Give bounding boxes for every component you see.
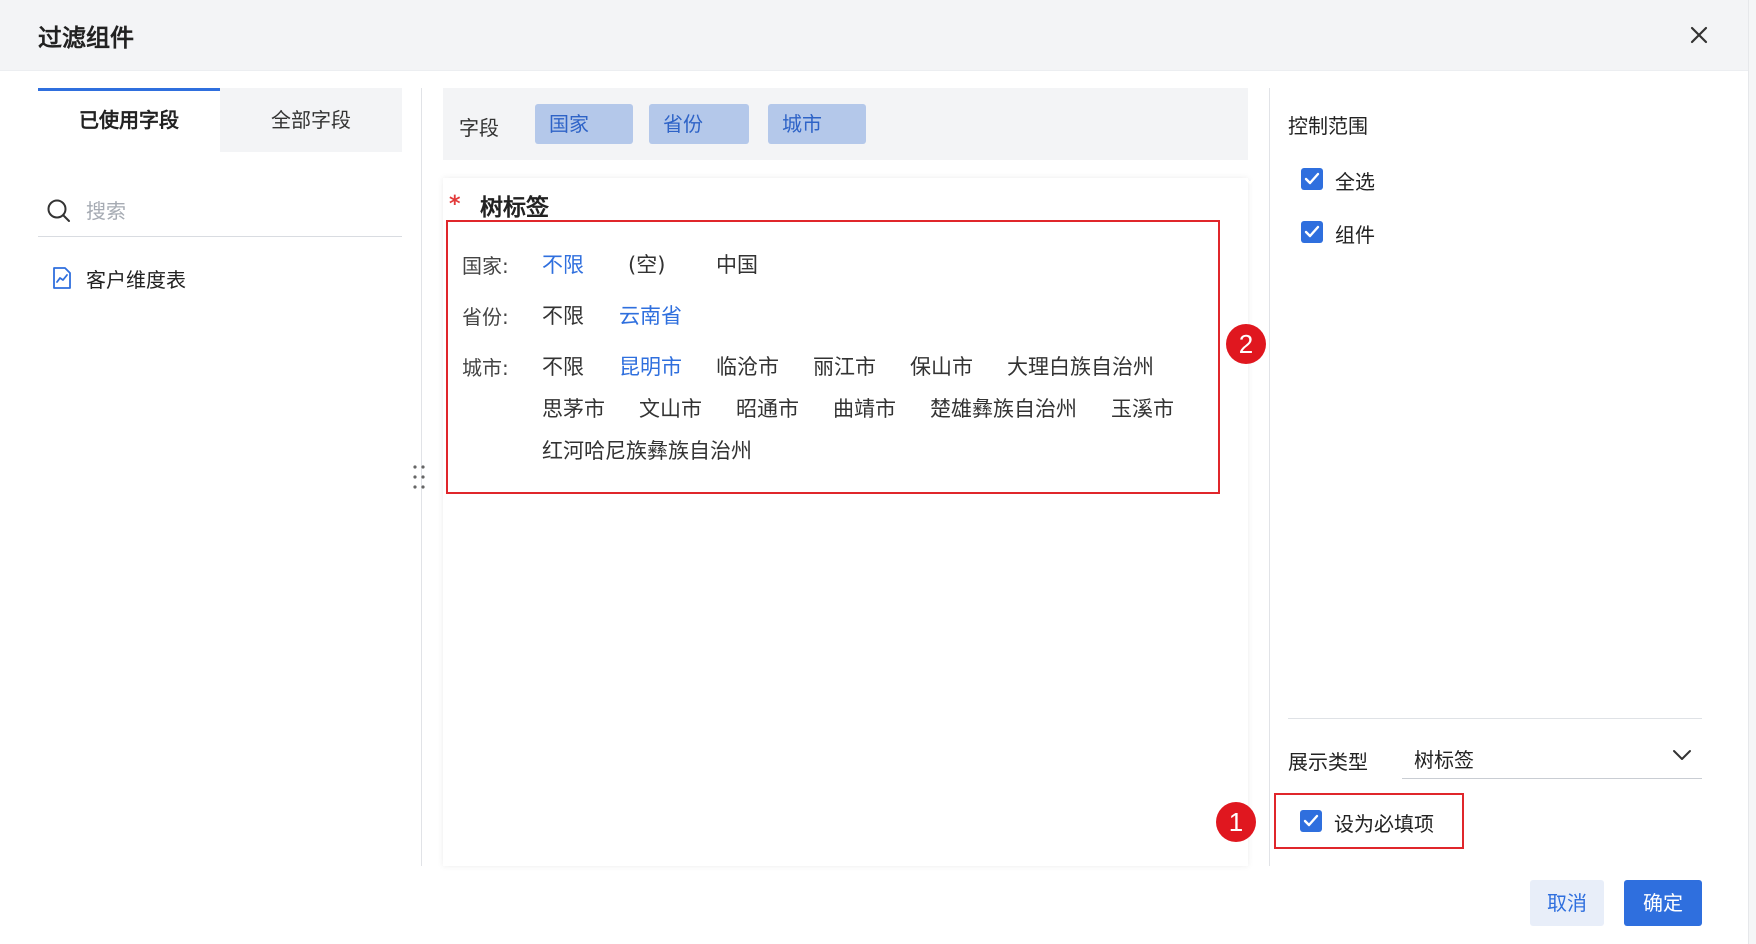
option-city-yuxi[interactable]: 玉溪市 bbox=[1111, 393, 1174, 423]
cancel-button[interactable]: 取消 bbox=[1530, 880, 1604, 926]
dialog-header: 过滤组件 bbox=[0, 0, 1750, 71]
tab-used-fields[interactable]: 已使用字段 bbox=[38, 88, 220, 155]
control-scope-title: 控制范围 bbox=[1288, 114, 1368, 138]
field-tabs: 已使用字段 全部字段 bbox=[38, 88, 402, 155]
option-city-baoshan[interactable]: 保山市 bbox=[910, 351, 973, 381]
filter-component-dialog: 过滤组件 已使用字段 全部字段 客户维度表 字 bbox=[0, 0, 1756, 944]
drag-handle[interactable] bbox=[410, 462, 428, 492]
field-bar: 字段 国家 省份 城市 bbox=[443, 88, 1248, 160]
option-city-kunming[interactable]: 昆明市 bbox=[619, 351, 682, 381]
field-chip-province[interactable]: 省份 bbox=[649, 104, 749, 144]
option-province-yunnan[interactable]: 云南省 bbox=[619, 300, 682, 330]
required-checkbox-label: 设为必填项 bbox=[1334, 812, 1434, 836]
component-checkbox[interactable] bbox=[1301, 221, 1323, 243]
search-input[interactable] bbox=[84, 194, 388, 228]
required-checkbox[interactable] bbox=[1300, 810, 1322, 832]
required-mark: * bbox=[449, 192, 461, 217]
table-label: 客户维度表 bbox=[86, 268, 186, 292]
chart-table-icon bbox=[53, 267, 71, 289]
option-city-qujing[interactable]: 曲靖市 bbox=[833, 393, 896, 423]
preview-title: 树标签 bbox=[480, 195, 549, 221]
option-province-unlimited[interactable]: 不限 bbox=[542, 300, 584, 330]
option-city-wenshan[interactable]: 文山市 bbox=[639, 393, 702, 423]
checkmark-icon bbox=[1304, 225, 1320, 238]
search-box bbox=[38, 186, 402, 237]
row-label-province: 省份: bbox=[462, 305, 509, 329]
row-label-country: 国家: bbox=[462, 254, 509, 278]
panel-divider-right bbox=[1269, 88, 1270, 866]
option-city-simao[interactable]: 思茅市 bbox=[542, 393, 605, 423]
annotation-badge-2: 2 bbox=[1226, 324, 1266, 364]
display-type-value: 树标签 bbox=[1414, 748, 1474, 772]
row-label-city: 城市: bbox=[462, 356, 509, 380]
search-icon bbox=[47, 199, 70, 222]
option-city-honghe[interactable]: 红河哈尼族彝族自治州 bbox=[542, 435, 752, 465]
field-bar-label: 字段 bbox=[459, 116, 499, 140]
tab-all-fields[interactable]: 全部字段 bbox=[220, 88, 402, 152]
checkmark-icon bbox=[1304, 172, 1320, 185]
select-all-checkbox[interactable] bbox=[1301, 168, 1323, 190]
option-country-china[interactable]: 中国 bbox=[716, 249, 758, 279]
option-city-dali[interactable]: 大理白族自治州 bbox=[1007, 351, 1154, 381]
annotation-badge-1: 1 bbox=[1216, 802, 1256, 842]
right-panel-divider bbox=[1288, 718, 1702, 719]
display-type-select[interactable]: 树标签 bbox=[1402, 734, 1702, 779]
option-country-unlimited[interactable]: 不限 bbox=[542, 249, 584, 279]
option-country-empty[interactable]: (空) bbox=[628, 249, 665, 279]
close-icon bbox=[1690, 26, 1708, 44]
option-city-zhaotong[interactable]: 昭通市 bbox=[736, 393, 799, 423]
chevron-down-icon bbox=[1673, 750, 1691, 760]
option-city-unlimited[interactable]: 不限 bbox=[542, 351, 584, 381]
dialog-title: 过滤组件 bbox=[38, 24, 134, 52]
confirm-button[interactable]: 确定 bbox=[1624, 880, 1702, 926]
select-all-label: 全选 bbox=[1335, 170, 1375, 194]
checkmark-icon bbox=[1303, 814, 1319, 827]
option-city-lincang[interactable]: 临沧市 bbox=[716, 351, 779, 381]
window-edge bbox=[1748, 0, 1756, 944]
option-city-lijiang[interactable]: 丽江市 bbox=[813, 351, 876, 381]
field-chip-city[interactable]: 城市 bbox=[768, 104, 866, 144]
option-city-chuxiong[interactable]: 楚雄彝族自治州 bbox=[930, 393, 1077, 423]
drag-handle-icon bbox=[413, 465, 425, 489]
close-button[interactable] bbox=[1684, 20, 1714, 50]
component-label: 组件 bbox=[1335, 223, 1375, 247]
field-chip-country[interactable]: 国家 bbox=[535, 104, 633, 144]
display-type-label: 展示类型 bbox=[1288, 750, 1368, 774]
